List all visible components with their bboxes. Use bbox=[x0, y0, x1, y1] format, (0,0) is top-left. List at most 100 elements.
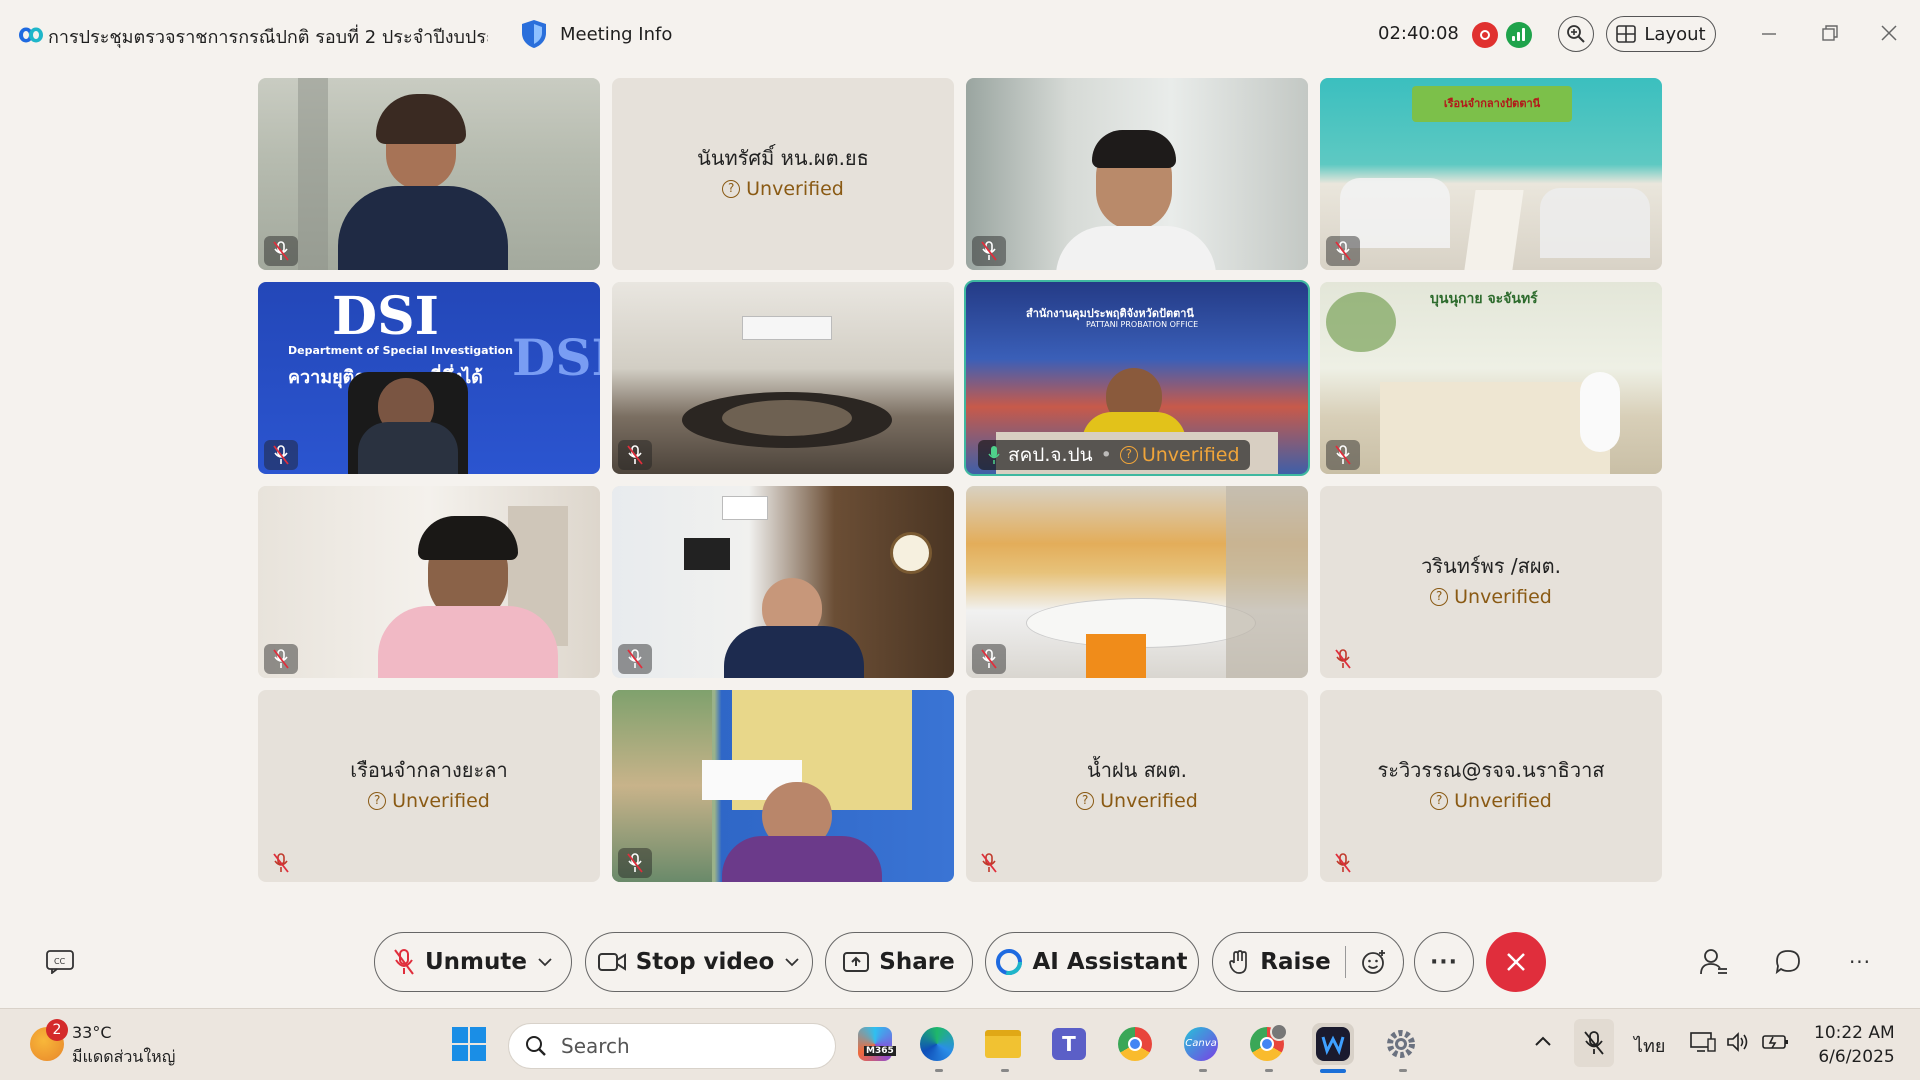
chat-icon bbox=[1775, 950, 1800, 975]
shield-icon bbox=[522, 20, 546, 48]
show-hidden-icons-button[interactable] bbox=[1534, 1031, 1552, 1052]
teams-icon[interactable]: T bbox=[1048, 1023, 1090, 1065]
chat-button[interactable] bbox=[1770, 944, 1806, 980]
layout-button[interactable]: Layout bbox=[1606, 16, 1716, 52]
participants-button[interactable] bbox=[1696, 944, 1732, 980]
participant-tile[interactable] bbox=[612, 282, 954, 474]
participant-video bbox=[612, 690, 954, 882]
webex-logo-icon bbox=[1321, 1035, 1345, 1056]
participant-tile[interactable]: บุนนุกาย จะจันทร์ bbox=[1320, 282, 1662, 474]
volume-icon[interactable] bbox=[1726, 1031, 1750, 1058]
restore-button[interactable] bbox=[1815, 18, 1845, 48]
ai-assistant-button[interactable]: AI Assistant bbox=[985, 932, 1199, 992]
network-signal-icon[interactable] bbox=[1506, 22, 1532, 48]
participant-name: สคป.จ.ปน bbox=[1008, 444, 1093, 466]
clock-time: 10:22 AM bbox=[1814, 1023, 1895, 1043]
unverified-text: Unverified bbox=[1141, 444, 1240, 466]
participant-tile-active-speaker[interactable]: สำนักงานคุมประพฤติจังหวัดปัตตานี PATTANI… bbox=[964, 280, 1310, 476]
file-explorer-icon[interactable] bbox=[982, 1023, 1024, 1065]
taskbar-search[interactable]: Search bbox=[508, 1023, 836, 1069]
share-button[interactable]: Share bbox=[825, 932, 973, 992]
m365-label: M365 bbox=[864, 1046, 896, 1056]
network-display-icon[interactable] bbox=[1690, 1031, 1716, 1058]
svg-text:CC: CC bbox=[54, 957, 66, 966]
notification-badge: 2 bbox=[46, 1019, 68, 1041]
search-icon bbox=[526, 1036, 546, 1056]
chevron-down-icon[interactable] bbox=[784, 957, 800, 967]
captions-button[interactable]: CC bbox=[42, 944, 78, 980]
stop-video-button[interactable]: Stop video bbox=[585, 932, 813, 992]
participant-tile[interactable]: DSI Department of Special Investigation … bbox=[258, 282, 600, 474]
video-sign-text-en: PATTANI PROBATION OFFICE bbox=[1086, 320, 1199, 329]
language-indicator[interactable]: ไทย bbox=[1634, 1031, 1665, 1060]
question-icon: ? bbox=[368, 792, 387, 810]
mic-tray-button[interactable] bbox=[1574, 1019, 1614, 1067]
participant-name: นันทรัศมิ์ หน.ผต.ยธ bbox=[697, 146, 869, 170]
stop-video-label: Stop video bbox=[635, 949, 775, 975]
muted-mic-icon bbox=[972, 644, 1006, 674]
captions-icon: CC bbox=[46, 950, 74, 974]
dsi-subtitle: Department of Special Investigation bbox=[288, 344, 514, 357]
chrome-icon[interactable] bbox=[1114, 1023, 1156, 1065]
zoom-button[interactable] bbox=[1558, 16, 1594, 52]
participant-tile[interactable] bbox=[966, 486, 1308, 678]
participant-tile[interactable] bbox=[258, 78, 600, 270]
search-placeholder: Search bbox=[561, 1034, 630, 1058]
participant-tile[interactable]: ระวิวรรณ@รจจ.นราธิวาส ? Unverified bbox=[1320, 690, 1662, 882]
battery-icon[interactable] bbox=[1762, 1031, 1790, 1056]
chevron-down-icon[interactable] bbox=[537, 957, 553, 967]
participant-video bbox=[258, 78, 600, 270]
mic-muted-icon bbox=[1584, 1031, 1604, 1055]
participant-video: เรือนจำกลางปัตตานี bbox=[1320, 78, 1662, 270]
muted-mic-icon bbox=[1326, 236, 1360, 266]
close-window-button[interactable] bbox=[1874, 18, 1904, 48]
weather-description: มีแดดส่วนใหญ่ bbox=[72, 1047, 176, 1066]
minimize-button[interactable] bbox=[1754, 18, 1784, 48]
ai-assistant-icon bbox=[996, 949, 1023, 975]
ai-assistant-label: AI Assistant bbox=[1032, 949, 1188, 975]
video-banner-text: เรือนจำกลางปัตตานี bbox=[1412, 86, 1572, 122]
chevron-up-icon bbox=[1535, 1036, 1551, 1046]
canva-icon[interactable]: Canva bbox=[1180, 1023, 1222, 1065]
participant-tile[interactable] bbox=[966, 78, 1308, 270]
edge-browser-icon[interactable] bbox=[916, 1023, 958, 1065]
raise-hand-button[interactable]: Raise bbox=[1212, 932, 1404, 992]
participant-tile[interactable] bbox=[258, 486, 600, 678]
participant-video: DSI Department of Special Investigation … bbox=[258, 282, 600, 474]
participant-tile[interactable] bbox=[612, 690, 954, 882]
muted-mic-icon bbox=[618, 440, 652, 470]
participant-tile[interactable]: น้ำฝน สผต. ? Unverified bbox=[966, 690, 1308, 882]
meeting-title: การประชุมตรวจราชการกรณีปกติ รอบที่ 2 ประ… bbox=[48, 27, 488, 48]
settings-icon[interactable] bbox=[1380, 1023, 1422, 1065]
recording-icon[interactable] bbox=[1472, 22, 1498, 48]
participant-tile[interactable]: เรือนจำกลางยะลา ? Unverified bbox=[258, 690, 600, 882]
unverified-text: Unverified bbox=[1454, 586, 1552, 608]
share-label: Share bbox=[879, 949, 955, 975]
muted-mic-icon bbox=[264, 236, 298, 266]
muted-mic-icon bbox=[618, 644, 652, 674]
more-options-button[interactable]: ··· bbox=[1414, 932, 1474, 992]
participant-tile[interactable]: วรินทร์พร /สผต. ? Unverified bbox=[1320, 486, 1662, 678]
system-clock[interactable]: 10:22 AM 6/6/2025 bbox=[1814, 1021, 1895, 1069]
video-grid: นันทรัศมิ์ หน.ผต.ยธ ? Unverified เรือนจำก… bbox=[258, 78, 1662, 882]
participant-tile[interactable]: นันทรัศมิ์ หน.ผต.ยธ ? Unverified bbox=[612, 78, 954, 270]
meeting-timer: 02:40:08 bbox=[1378, 23, 1459, 44]
more-panels-button[interactable]: ··· bbox=[1842, 944, 1878, 980]
m365-app-icon[interactable]: M365 bbox=[854, 1023, 896, 1065]
participant-tile[interactable]: เรือนจำกลางปัตตานี bbox=[1320, 78, 1662, 270]
start-button[interactable] bbox=[448, 1023, 490, 1065]
chrome-profile-icon[interactable] bbox=[1246, 1023, 1288, 1065]
question-icon: ? bbox=[1430, 588, 1449, 606]
weather-temperature: 33°C bbox=[72, 1023, 112, 1042]
muted-mic-icon bbox=[264, 644, 298, 674]
grid-layout-icon bbox=[1616, 25, 1637, 43]
meeting-info-button[interactable]: Meeting Info bbox=[520, 18, 672, 50]
unmute-button[interactable]: Unmute bbox=[374, 932, 572, 992]
participant-tile[interactable] bbox=[612, 486, 954, 678]
share-screen-icon bbox=[843, 952, 870, 972]
leave-meeting-button[interactable] bbox=[1486, 932, 1546, 992]
webex-taskbar-icon[interactable] bbox=[1312, 1023, 1354, 1065]
reactions-icon[interactable] bbox=[1360, 948, 1388, 976]
video-camera-icon bbox=[597, 953, 626, 971]
weather-widget[interactable]: 2 33°C มีแดดส่วนใหญ่ bbox=[30, 1019, 176, 1069]
